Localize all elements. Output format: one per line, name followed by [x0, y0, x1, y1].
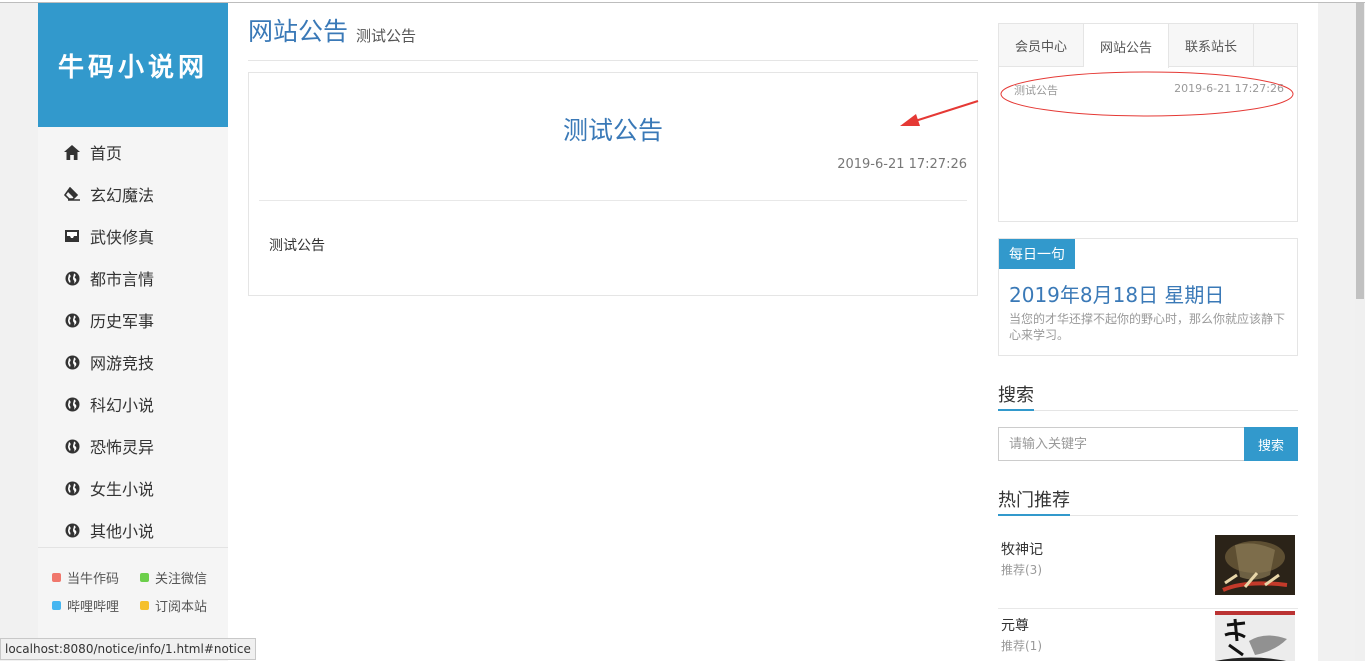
tab-member-center[interactable]: 会员中心 — [999, 24, 1085, 67]
daily-date: 2019年8月18日 星期日 — [1009, 283, 1225, 307]
nav-item-other[interactable]: 其他小说 — [38, 509, 228, 551]
yellow-dot-icon — [140, 601, 149, 610]
link-subscribe[interactable]: 订阅本站 — [140, 596, 228, 615]
search-button[interactable]: 搜索 — [1244, 427, 1298, 461]
inbox-icon — [63, 227, 81, 245]
nav-label: 网游竞技 — [90, 354, 155, 373]
search-input[interactable] — [998, 427, 1244, 461]
hot-item-name[interactable]: 牧神记 — [1001, 539, 1043, 559]
tab-contact-admin[interactable]: 联系站长 — [1169, 24, 1255, 67]
sidebar: 牛码小说网 首页 玄幻魔法 武侠修真 都市言情 历史军事 网游竞技 科幻小说 恐… — [38, 3, 228, 661]
nav-label: 首页 — [90, 144, 123, 163]
link-label: 关注微信 — [155, 572, 208, 587]
link-author[interactable]: 当牛作码 — [52, 568, 140, 587]
nav-item-wuxia[interactable]: 武侠修真 — [38, 215, 228, 257]
page-title: 网站公告 — [248, 17, 349, 46]
search-heading: 搜索 — [998, 381, 1298, 411]
globe-icon — [63, 353, 81, 371]
home-icon — [63, 143, 81, 161]
notice-title: 测试公告 — [562, 116, 663, 145]
search-heading-label: 搜索 — [998, 381, 1034, 411]
annotation-ellipse-icon — [1000, 71, 1294, 117]
link-wechat[interactable]: 关注微信 — [140, 568, 228, 587]
tab-site-notice[interactable]: 网站公告 — [1084, 24, 1170, 68]
search-form: 搜索 — [998, 427, 1298, 461]
nav-label: 科幻小说 — [90, 396, 155, 415]
nav-item-horror[interactable]: 恐怖灵异 — [38, 425, 228, 467]
hot-heading: 热门推荐 — [998, 486, 1298, 516]
nav-label: 历史军事 — [90, 312, 155, 331]
green-dot-icon — [140, 573, 149, 582]
globe-icon — [63, 311, 81, 329]
hot-item[interactable]: 牧神记 推荐(3) — [998, 535, 1298, 609]
vertical-scrollbar[interactable] — [1355, 3, 1365, 661]
nav-item-fantasy[interactable]: 玄幻魔法 — [38, 173, 228, 215]
notice-body: 测试公告 — [269, 238, 325, 254]
status-bar-url: localhost:8080/notice/info/1.html#notice — [0, 638, 256, 660]
nav-item-history[interactable]: 历史军事 — [38, 299, 228, 341]
nav-label: 女生小说 — [90, 480, 155, 499]
nav-item-urban[interactable]: 都市言情 — [38, 257, 228, 299]
link-label: 当牛作码 — [67, 572, 120, 587]
link-bilibili[interactable]: 哔哩哔哩 — [52, 596, 140, 615]
sidebar-nav: 首页 玄幻魔法 武侠修真 都市言情 历史军事 网游竞技 科幻小说 恐怖灵异 女生… — [38, 127, 228, 551]
site-logo[interactable]: 牛码小说网 — [38, 3, 228, 127]
nav-label: 都市言情 — [90, 270, 155, 289]
hot-item-name[interactable]: 元尊 — [1001, 615, 1029, 635]
annotation-arrow-icon — [900, 100, 979, 126]
nav-item-gaming[interactable]: 网游竞技 — [38, 341, 228, 383]
nav-item-scifi[interactable]: 科幻小说 — [38, 383, 228, 425]
book-cover-image[interactable] — [1215, 611, 1295, 661]
tab-panel: 会员中心 网站公告 联系站长 测试公告 2019-6-21 17:27:26 — [998, 23, 1298, 222]
link-label: 订阅本站 — [155, 600, 208, 615]
notice-panel: 测试公告 2019-6-21 17:27:26 测试公告 — [248, 72, 978, 296]
sidebar-links: 当牛作码 关注微信 哔哩哔哩 订阅本站 — [38, 547, 228, 624]
main-content: 网站公告 测试公告 测试公告 2019-6-21 17:27:26 测试公告 — [248, 3, 978, 296]
page-title-row: 网站公告 测试公告 — [248, 3, 978, 61]
daily-quote-badge: 每日一句 — [999, 239, 1075, 269]
globe-icon — [63, 269, 81, 287]
page: 牛码小说网 首页 玄幻魔法 武侠修真 都市言情 历史军事 网游竞技 科幻小说 恐… — [38, 3, 1318, 661]
hot-item-recommend-count: 推荐(3) — [1001, 563, 1042, 577]
daily-quote-text: 当您的才华还撑不起你的野心时，那么你就应该静下心来学习。 — [1009, 312, 1286, 342]
globe-icon — [63, 479, 81, 497]
scrollbar-thumb[interactable] — [1356, 3, 1364, 299]
daily-quote-panel: 每日一句 2019年8月18日 星期日 当您的才华还撑不起你的野心时，那么你就应… — [998, 238, 1298, 356]
hot-item[interactable]: 元尊 推荐(1) — [998, 611, 1298, 661]
nav-label: 玄幻魔法 — [90, 186, 155, 205]
red-dot-icon — [52, 573, 61, 582]
tab-bar: 会员中心 网站公告 联系站长 — [999, 24, 1297, 68]
globe-icon — [63, 437, 81, 455]
notice-time: 2019-6-21 17:27:26 — [837, 157, 967, 172]
book-cover-image[interactable] — [1215, 535, 1295, 595]
nav-label: 恐怖灵异 — [90, 438, 155, 457]
eraser-icon — [63, 185, 81, 203]
divider — [259, 200, 967, 201]
hot-heading-label: 热门推荐 — [998, 486, 1070, 516]
globe-icon — [63, 521, 81, 539]
globe-icon — [63, 395, 81, 413]
nav-item-home[interactable]: 首页 — [38, 131, 228, 173]
blue-dot-icon — [52, 601, 61, 610]
link-label: 哔哩哔哩 — [67, 600, 120, 615]
nav-label: 其他小说 — [90, 522, 155, 541]
nav-item-female[interactable]: 女生小说 — [38, 467, 228, 509]
hot-item-recommend-count: 推荐(1) — [1001, 639, 1042, 653]
page-subtitle: 测试公告 — [356, 27, 417, 45]
nav-label: 武侠修真 — [90, 228, 155, 247]
